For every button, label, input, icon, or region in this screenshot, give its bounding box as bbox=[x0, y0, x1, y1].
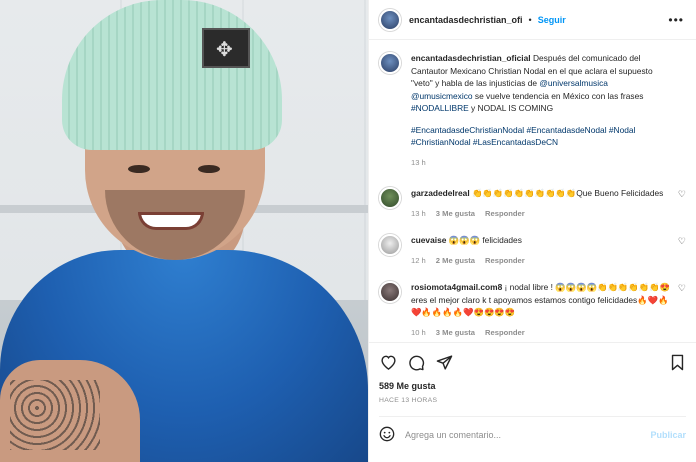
comment-likes[interactable]: 3 Me gusta bbox=[436, 327, 475, 340]
caption-body: encantadasdechristian_oficial Después de… bbox=[411, 52, 686, 169]
comment-time[interactable]: 10 h bbox=[411, 327, 426, 340]
post-sidebar: encantadasdechristian_ofi • Seguir ••• e… bbox=[368, 0, 696, 462]
caption: encantadasdechristian_oficial Después de… bbox=[379, 52, 686, 169]
instagram-post: encantadasdechristian_ofi • Seguir ••• e… bbox=[0, 0, 696, 462]
comment-username[interactable]: cuevaise bbox=[411, 235, 446, 245]
comment-body: rosiomota4gmail.com8 ¡ nodal libre ! 😱😱😱… bbox=[411, 281, 686, 339]
emoji-icon[interactable] bbox=[379, 426, 395, 444]
reply-button[interactable]: Responder bbox=[485, 255, 525, 268]
comment-likes[interactable]: 3 Me gusta bbox=[436, 208, 475, 221]
add-comment-bar: Agrega un comentario... Publicar bbox=[379, 416, 686, 452]
mention-umusicmexico[interactable]: @umusicmexico bbox=[411, 91, 473, 101]
heart-icon[interactable]: ♡ bbox=[678, 189, 686, 200]
beanie-logo-patch bbox=[202, 28, 250, 68]
comment-username[interactable]: garzadedelreal bbox=[411, 188, 470, 198]
commenter-avatar[interactable] bbox=[379, 187, 401, 209]
publish-button[interactable]: Publicar bbox=[650, 430, 686, 440]
post-header: encantadasdechristian_ofi • Seguir ••• bbox=[369, 0, 696, 40]
heart-icon[interactable]: ♡ bbox=[678, 283, 686, 294]
comment-body: garzadedelreal 👏👏👏👏👏👏👏👏👏👏Que Bueno Felic… bbox=[411, 187, 686, 220]
comment-meta: 12 h 2 Me gusta Responder bbox=[411, 255, 670, 268]
follow-button[interactable]: Seguir bbox=[538, 15, 566, 25]
caption-time[interactable]: 13 h bbox=[411, 157, 426, 170]
comments-section: encantadasdechristian_oficial Después de… bbox=[369, 40, 696, 342]
comment-time[interactable]: 12 h bbox=[411, 255, 426, 268]
reply-button[interactable]: Responder bbox=[485, 327, 525, 340]
caption-text-3: y NODAL IS COMING bbox=[468, 103, 554, 113]
reply-button[interactable]: Responder bbox=[485, 208, 525, 221]
heart-icon[interactable]: ♡ bbox=[678, 236, 686, 247]
likes-count[interactable]: 589 Me gusta bbox=[379, 381, 686, 391]
arm-tattoo bbox=[10, 380, 100, 450]
comment-text: 👏👏👏👏👏👏👏👏👏👏Que Bueno Felicidades bbox=[469, 188, 664, 198]
header-separator: • bbox=[528, 14, 532, 25]
smile bbox=[138, 212, 204, 230]
caption-username[interactable]: encantadasdechristian_oficial bbox=[411, 53, 531, 63]
comment-input[interactable]: Agrega un comentario... bbox=[405, 430, 640, 440]
caption-hashtags[interactable]: #EncantadasdeChristianNodal #Encantadasd… bbox=[411, 125, 635, 148]
more-dots-icon[interactable]: ••• bbox=[668, 13, 684, 27]
left-eye bbox=[128, 165, 150, 173]
mention-universalmusica[interactable]: @universalmusica bbox=[539, 78, 608, 88]
caption-meta: 13 h bbox=[411, 157, 670, 170]
post-photo[interactable] bbox=[0, 0, 368, 462]
action-icons bbox=[379, 351, 686, 373]
author-avatar[interactable] bbox=[379, 8, 401, 31]
comment-likes[interactable]: 2 Me gusta bbox=[436, 255, 475, 268]
comment-body: cuevaise 😱😱😱 felicidades 12 h 2 Me gusta… bbox=[411, 234, 686, 267]
share-send-icon[interactable] bbox=[435, 353, 453, 371]
like-heart-icon[interactable] bbox=[379, 353, 397, 371]
right-eye bbox=[198, 165, 220, 173]
comment-username[interactable]: rosiomota4gmail.com8 bbox=[411, 282, 502, 292]
hashtag-nodallibre[interactable]: #NODALLIBRE bbox=[411, 103, 469, 113]
comment-item: cuevaise 😱😱😱 felicidades 12 h 2 Me gusta… bbox=[379, 234, 686, 267]
bookmark-icon[interactable] bbox=[668, 353, 686, 371]
comment-bubble-icon[interactable] bbox=[407, 353, 425, 371]
caption-text-2: se vuelve tendencia en México con las fr… bbox=[472, 90, 644, 101]
comment-item: rosiomota4gmail.com8 ¡ nodal libre ! 😱😱😱… bbox=[379, 281, 686, 339]
post-time[interactable]: HACE 13 HORAS bbox=[379, 397, 686, 404]
caption-avatar[interactable] bbox=[379, 52, 401, 74]
comment-text: 😱😱😱 felicidades bbox=[446, 235, 522, 245]
author-username[interactable]: encantadasdechristian_ofi bbox=[409, 15, 523, 25]
comment-meta: 13 h 3 Me gusta Responder bbox=[411, 208, 670, 221]
comment-time[interactable]: 13 h bbox=[411, 208, 426, 221]
comment-item: garzadedelreal 👏👏👏👏👏👏👏👏👏👏Que Bueno Felic… bbox=[379, 187, 686, 220]
commenter-avatar[interactable] bbox=[379, 281, 401, 303]
commenter-avatar[interactable] bbox=[379, 234, 401, 256]
post-actions: 589 Me gusta HACE 13 HORAS Agrega un com… bbox=[369, 342, 696, 462]
comment-meta: 10 h 3 Me gusta Responder bbox=[411, 327, 670, 340]
